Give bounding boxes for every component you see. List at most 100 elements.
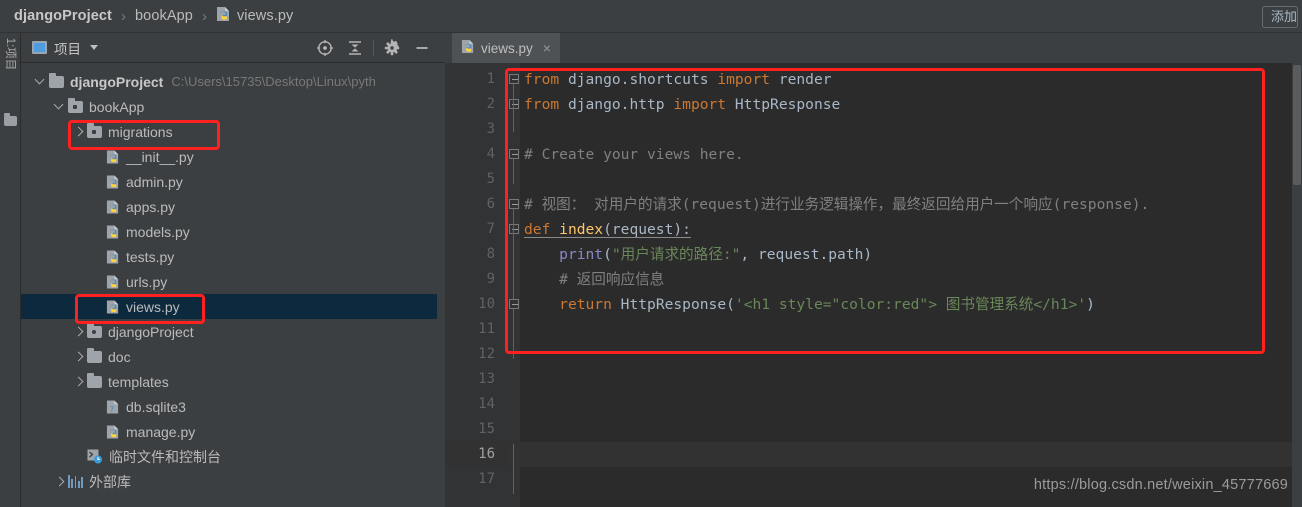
code-line[interactable] [520,167,524,192]
tree-item-djangoproject[interactable]: djangoProject [21,319,445,344]
editor-fold-column[interactable] [507,63,520,507]
tree-item-djangoproject[interactable]: djangoProject C:\Users\15735\Desktop\Linu… [21,69,445,94]
code-line[interactable] [520,417,524,442]
chevron-right-icon[interactable] [73,351,84,362]
tree-item-manage-py[interactable]: manage.py [21,419,445,444]
tree-arrow-placeholder [92,426,103,437]
fold-toggle-icon[interactable] [508,74,519,84]
code-line[interactable] [520,467,524,492]
line-number: 11 [478,321,495,337]
tree-item-path: C:\Users\15735\Desktop\Linux\pyth [171,74,376,89]
tree-item-urls-py[interactable]: urls.py [21,269,445,294]
code-token: HttpResponse [734,96,841,113]
project-tree[interactable]: djangoProject C:\Users\15735\Desktop\Linu… [21,63,445,507]
tree-item-views-py[interactable]: views.py [21,294,445,319]
collapse-all-icon[interactable] [340,34,370,62]
code-line[interactable]: def index(request): [520,217,691,242]
python-file-icon [106,174,120,190]
chevron-right-icon[interactable] [54,476,65,487]
code-token: "用户请求的路径:" [611,246,741,263]
code-token: django.shortcuts [567,71,718,88]
tree-item-label: djangoProject [108,323,194,340]
project-tool-tab[interactable]: 1:项目 [0,38,21,103]
code-token: ) [1086,296,1095,313]
line-number: 16 [478,446,495,462]
tree-item-admin-py[interactable]: admin.py [21,169,445,194]
locate-target-icon[interactable] [310,34,340,62]
code-line[interactable] [520,342,524,367]
code-line[interactable] [520,392,524,417]
minimize-icon[interactable] [407,34,437,62]
breadcrumb-item-file[interactable]: views.py [216,6,293,27]
close-icon[interactable]: × [543,40,551,56]
project-tree-scrollbar[interactable] [437,63,445,507]
tree-arrow-placeholder [92,151,103,162]
tree-item-apps-py[interactable]: apps.py [21,194,445,219]
code-token: HttpResponse [620,296,727,313]
folder-icon [49,72,64,88]
chevron-down-icon[interactable] [90,45,98,50]
code-line[interactable]: # 视图： 对用户的请求(request)进行业务逻辑操作，最终返回给用户一个响… [520,192,1149,217]
tree-item-临时文件和控制台[interactable]: 临时文件和控制台 [21,444,445,469]
tree-item-migrations[interactable]: migrations [21,119,445,144]
tree-item-templates[interactable]: templates [21,369,445,394]
tree-item-__init__-py[interactable]: __init__.py [21,144,445,169]
tree-item-label: templates [108,373,169,390]
chevron-down-icon[interactable] [35,76,46,87]
code-line[interactable]: # Create your views here. [520,142,744,167]
breadcrumb-item-app[interactable]: bookApp [135,8,193,24]
editor-code-area[interactable]: from django.shortcuts import render from … [520,63,1292,507]
tree-item-models-py[interactable]: models.py [21,219,445,244]
python-file-icon [461,39,475,57]
code-line[interactable]: return HttpResponse('<h1 style="color:re… [520,292,1095,317]
project-panel-title[interactable]: 项目 [21,38,98,58]
code-line[interactable]: from django.http import HttpResponse [520,92,840,117]
tab-views-py[interactable]: views.py × [452,33,560,63]
current-line-highlight [520,442,1292,467]
code-line[interactable] [520,117,524,142]
fold-toggle-icon[interactable] [508,299,519,309]
python-file-icon [216,6,231,27]
tree-item-bookapp[interactable]: bookApp [21,94,445,119]
code-token: , request.path) [740,246,873,263]
tree-arrow-placeholder [92,276,103,287]
left-tool-strip: 1:项目 [0,33,21,507]
line-number: 5 [486,171,495,187]
breadcrumb-item-project[interactable]: djangoProject [14,8,112,24]
code-token: def [524,221,560,238]
chevron-right-icon[interactable] [73,326,84,337]
add-button[interactable]: 添加 [1262,6,1298,28]
code-token: index [559,221,604,238]
line-number: 3 [486,121,495,137]
code-line[interactable] [520,317,524,342]
code-line[interactable]: from django.shortcuts import render [520,67,832,92]
editor-scrollbar[interactable] [1292,63,1302,507]
chevron-down-icon[interactable] [54,101,65,112]
tree-arrow-placeholder [92,251,103,262]
code-token: (request): [603,221,691,238]
code-token: import [717,71,779,88]
tree-item-doc[interactable]: doc [21,344,445,369]
code-token: render [778,71,832,88]
gear-icon[interactable] [377,34,407,62]
fold-toggle-icon[interactable] [508,149,519,159]
tree-item-db-sqlite3[interactable]: ? db.sqlite3 [21,394,445,419]
tree-item-label: manage.py [126,423,196,440]
fold-toggle-icon[interactable] [508,199,519,209]
code-line[interactable] [520,367,524,392]
line-number: 17 [478,471,495,487]
tree-item-label: apps.py [126,198,176,215]
code-line[interactable]: # 返回响应信息 [520,267,664,292]
python-file-icon [106,249,120,265]
tree-item-外部库[interactable]: 外部库 [21,469,445,494]
folder-icon[interactable] [4,113,17,126]
database-file-icon: ? [106,399,120,415]
chevron-right-icon[interactable] [73,376,84,387]
code-line[interactable]: print("用户请求的路径:", request.path) [520,242,872,267]
chevron-right-icon[interactable] [73,126,84,137]
project-window-icon [32,41,47,54]
code-line[interactable] [520,442,524,467]
editor-scrollbar-thumb[interactable] [1293,65,1301,185]
tree-item-tests-py[interactable]: tests.py [21,244,445,269]
